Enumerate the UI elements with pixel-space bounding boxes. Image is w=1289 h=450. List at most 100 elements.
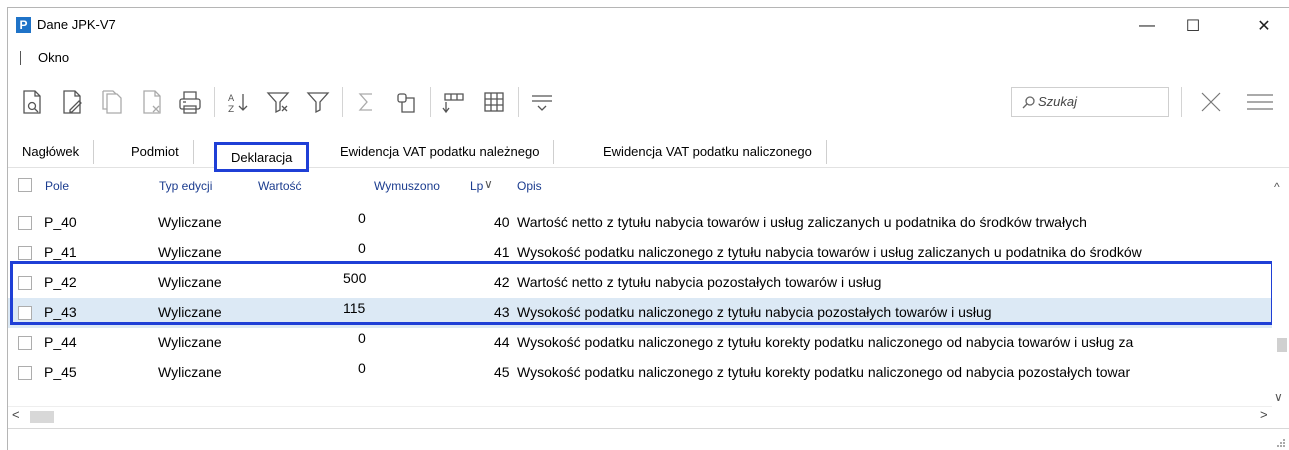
cell-pole: P_41 [44, 244, 77, 260]
delete-icon[interactable] [136, 86, 168, 118]
search-icon [1022, 96, 1035, 109]
tab-bar: Nagłówek Podmiot Deklaracja Ewidencja VA… [8, 136, 1289, 172]
cell-wartosc[interactable]: 0 [358, 210, 366, 226]
horizontal-scrollbar[interactable] [8, 406, 1272, 424]
group-icon[interactable] [390, 86, 422, 118]
cell-typ-edycji: Wyliczane [158, 364, 222, 380]
grid-icon[interactable] [478, 86, 510, 118]
cell-typ-edycji: Wyliczane [158, 334, 222, 350]
scroll-down-icon[interactable]: ∨ [1274, 390, 1283, 404]
search-box[interactable] [1011, 87, 1169, 117]
close-icon: ✕ [1257, 18, 1271, 35]
toolbar-separator [518, 87, 519, 117]
table-row[interactable]: P_41 Wyliczane 0 41 Wysokość podatku nal… [8, 238, 1272, 268]
cell-pole: P_43 [44, 304, 77, 320]
tab-naglowek[interactable]: Nagłówek [8, 140, 95, 164]
svg-text:A: A [228, 94, 235, 104]
table-row[interactable]: P_40 Wyliczane 0 40 Wartość netto z tytu… [8, 208, 1272, 238]
cell-typ-edycji: Wyliczane [158, 304, 222, 320]
print-icon[interactable] [174, 86, 206, 118]
row-checkbox[interactable] [18, 336, 32, 350]
toolbar-separator [342, 87, 343, 117]
cell-typ-edycji: Wyliczane [158, 244, 222, 260]
cell-wartosc[interactable]: 0 [358, 330, 366, 346]
hamburger-icon[interactable] [1243, 86, 1275, 118]
cell-typ-edycji: Wyliczane [158, 214, 222, 230]
filter-clear-icon[interactable] [262, 86, 294, 118]
row-checkbox[interactable] [18, 216, 32, 230]
row-checkbox[interactable] [18, 276, 32, 290]
toolbar-separator [430, 87, 431, 117]
status-bar [8, 428, 1289, 450]
column-chooser-icon[interactable] [438, 86, 470, 118]
sort-az-icon[interactable]: AZ [222, 86, 254, 118]
cell-lp: 41 [494, 244, 510, 260]
tab-podmiot[interactable]: Podmiot [117, 140, 194, 164]
column-header-wymuszono[interactable]: Wymuszono [374, 179, 440, 193]
column-header-lp[interactable]: Lp [470, 179, 483, 193]
minimize-button[interactable]: — [1124, 8, 1170, 44]
cell-wartosc[interactable]: 0 [358, 360, 366, 376]
vertical-scroll-thumb[interactable] [1277, 338, 1287, 352]
cell-wartosc[interactable]: 500 [343, 270, 366, 286]
resize-grip-icon[interactable] [1276, 438, 1286, 448]
close-icon[interactable] [1195, 86, 1227, 118]
app-logo-icon: P [16, 17, 31, 33]
column-header-pole[interactable]: Pole [45, 179, 69, 193]
tab-deklaracja[interactable]: Deklaracja [214, 142, 310, 172]
menu-item-okno[interactable]: Okno [38, 50, 69, 65]
cell-opis: Wysokość podatku naliczonego z tytułu na… [517, 304, 992, 320]
vertical-scrollbar[interactable] [1272, 174, 1289, 406]
menu-separator [20, 51, 21, 65]
table-row[interactable]: P_42 Wyliczane 500 42 Wartość netto z ty… [8, 268, 1272, 298]
cell-typ-edycji: Wyliczane [158, 274, 222, 290]
svg-text:Z: Z [228, 105, 234, 115]
cell-lp: 43 [494, 304, 510, 320]
cell-wartosc[interactable]: 115 [343, 300, 365, 316]
app-window: P Dane JPK-V7 — ☐ ✕ Okno AZ Szukaj Nagłó… [7, 7, 1289, 450]
table-row-selected[interactable]: P_43 Wyliczane 115 43 Wysokość podatku n… [8, 298, 1272, 328]
copy-icon[interactable] [96, 86, 128, 118]
filter-icon[interactable] [302, 86, 334, 118]
cell-opis: Wysokość podatku naliczonego z tytułu na… [517, 244, 1142, 260]
grid-header: Pole Typ edycji Wartość Wymuszono Lp ∨ O… [8, 174, 1289, 198]
table-row[interactable]: P_44 Wyliczane 0 44 Wysokość podatku nal… [8, 328, 1272, 358]
toolbar-separator [214, 87, 215, 117]
scroll-up-icon[interactable]: ^ [1274, 180, 1280, 194]
horizontal-scroll-thumb[interactable] [30, 411, 54, 423]
search-input[interactable] [1038, 94, 1158, 109]
maximize-button[interactable]: ☐ [1170, 8, 1216, 44]
toolbar: AZ [8, 78, 1289, 126]
cell-pole: P_42 [44, 274, 77, 290]
minimize-icon: — [1139, 17, 1155, 34]
column-header-typ-edycji[interactable]: Typ edycji [159, 179, 212, 193]
cell-lp: 42 [494, 274, 510, 290]
cell-pole: P_45 [44, 364, 77, 380]
sum-icon[interactable] [350, 86, 382, 118]
data-grid: Pole Typ edycji Wartość Wymuszono Lp ∨ O… [8, 170, 1289, 404]
cell-opis: Wartość netto z tytułu nabycia towarów i… [517, 214, 1087, 230]
edit-icon[interactable] [56, 86, 88, 118]
scroll-left-icon[interactable]: < [12, 407, 20, 422]
tab-ewidencja-nalezny[interactable]: Ewidencja VAT podatku należnego [326, 140, 555, 164]
cell-opis: Wysokość podatku naliczonego z tytułu ko… [517, 334, 1134, 350]
select-all-checkbox[interactable] [18, 178, 32, 192]
close-button[interactable]: ✕ [1241, 8, 1287, 44]
table-row[interactable]: P_45 Wyliczane 0 45 Wysokość podatku nal… [8, 358, 1272, 388]
cell-opis: Wartość netto z tytułu nabycia pozostały… [517, 274, 882, 290]
scroll-right-icon[interactable]: > [1260, 407, 1268, 422]
row-checkbox[interactable] [18, 246, 32, 260]
column-header-opis[interactable]: Opis [517, 179, 542, 193]
cell-pole: P_44 [44, 334, 77, 350]
cell-wartosc[interactable]: 0 [358, 240, 366, 256]
row-checkbox[interactable] [18, 306, 32, 320]
column-header-wartosc[interactable]: Wartość [258, 179, 302, 193]
title-bar[interactable]: P Dane JPK-V7 — ☐ ✕ [8, 8, 1289, 44]
cell-lp: 40 [494, 214, 510, 230]
maximize-icon: ☐ [1185, 18, 1201, 35]
preview-icon[interactable] [16, 86, 48, 118]
row-checkbox[interactable] [18, 366, 32, 380]
cell-opis: Wysokość podatku naliczonego z tytułu ko… [517, 364, 1131, 380]
tab-ewidencja-naliczony[interactable]: Ewidencja VAT podatku naliczonego [589, 140, 827, 164]
details-icon[interactable] [526, 86, 558, 118]
